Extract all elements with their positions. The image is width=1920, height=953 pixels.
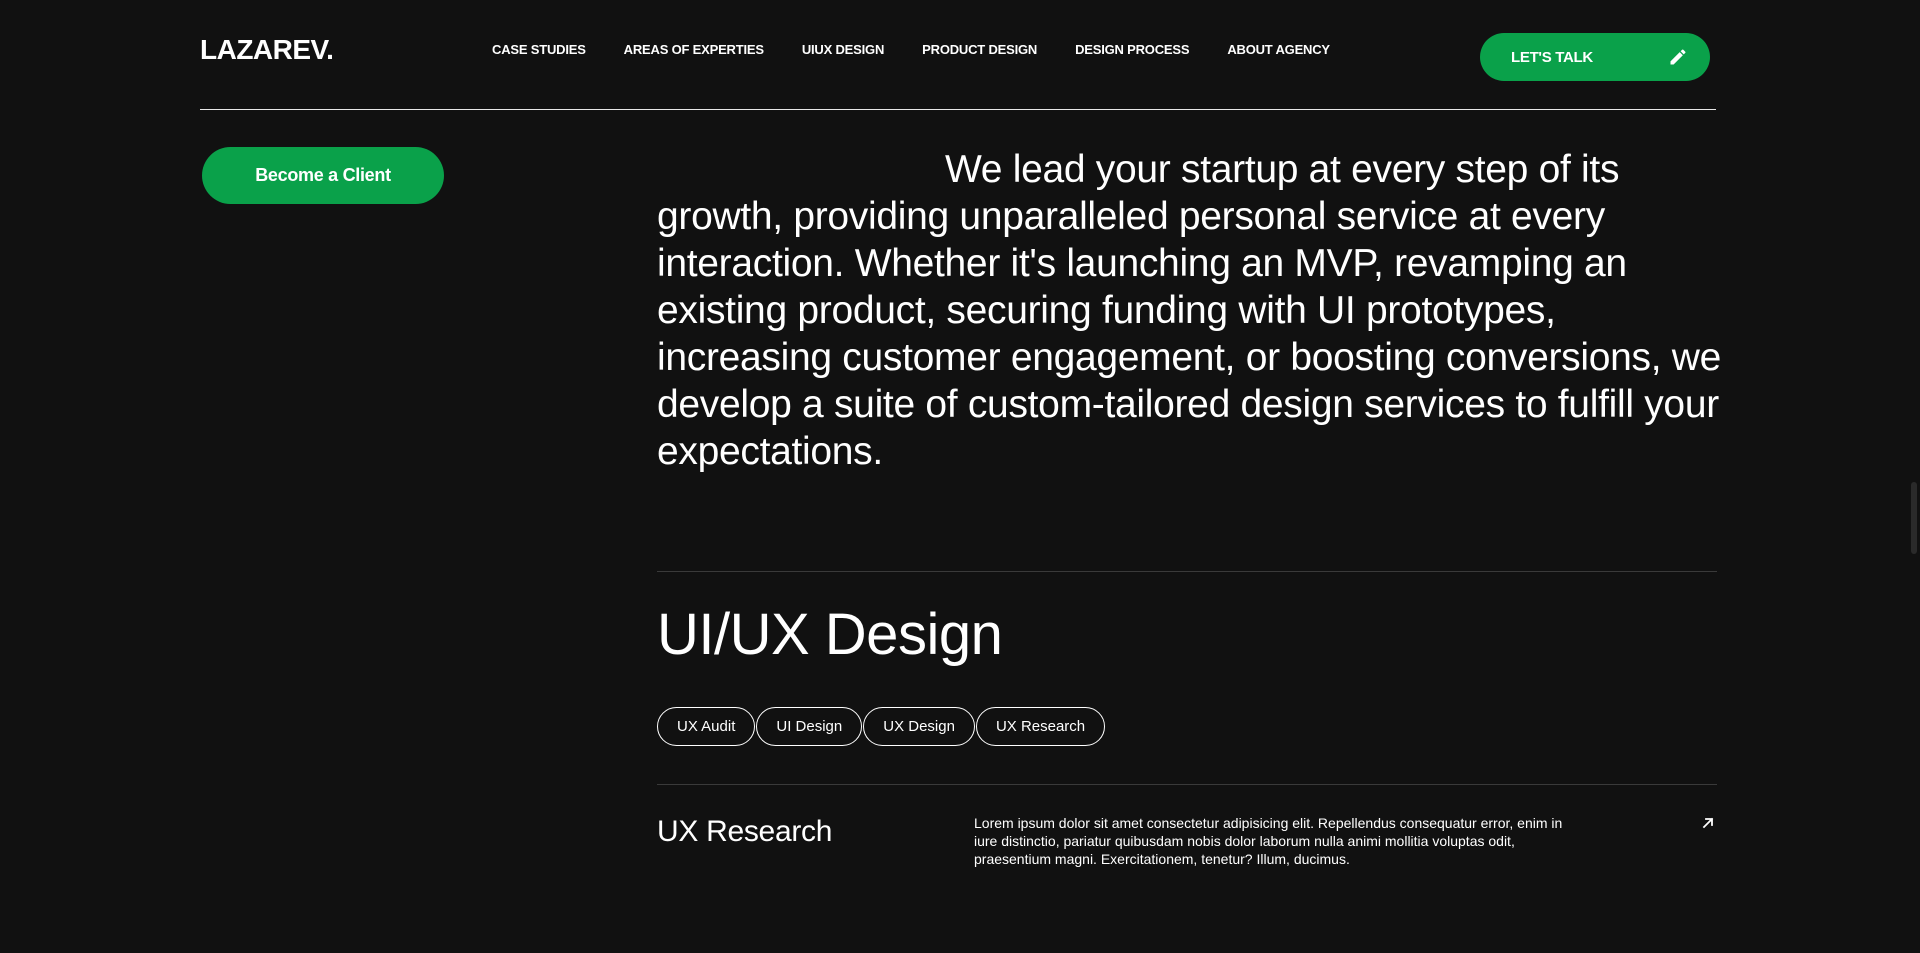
nav-design-process[interactable]: DESIGN PROCESS <box>1075 42 1189 57</box>
become-a-client-button[interactable]: Become a Client <box>202 147 444 204</box>
main-nav: CASE STUDIES AREAS OF EXPERTIES UIUX DES… <box>492 42 1368 57</box>
header-divider <box>200 109 1716 110</box>
nav-product-design[interactable]: PRODUCT DESIGN <box>922 42 1037 57</box>
nav-uiux-design[interactable]: UIUX DESIGN <box>802 42 885 57</box>
logo[interactable]: LAZAREV. <box>200 34 334 66</box>
arrow-up-right-icon[interactable] <box>1701 816 1715 830</box>
nav-case-studies[interactable]: CASE STUDIES <box>492 42 586 57</box>
pencil-icon <box>1670 49 1686 65</box>
service-row-description: Lorem ipsum dolor sit amet consectetur a… <box>974 815 1563 867</box>
intro-text: We lead your startup at every step of it… <box>657 148 1722 473</box>
section-title: UI/UX Design <box>657 602 1003 667</box>
lets-talk-label: LET'S TALK <box>1511 48 1593 66</box>
service-row-title[interactable]: UX Research <box>657 812 832 852</box>
page: LAZAREV. CASE STUDIES AREAS OF EXPERTIES… <box>0 0 1920 953</box>
nav-about-agency[interactable]: ABOUT AGENCY <box>1227 42 1330 57</box>
tag-ux-audit[interactable]: UX Audit <box>657 707 756 746</box>
nav-areas-of-experties[interactable]: AREAS OF EXPERTIES <box>624 42 764 57</box>
tag-ux-design[interactable]: UX Design <box>863 707 975 746</box>
tag-ui-design[interactable]: UI Design <box>756 707 863 746</box>
site-header: LAZAREV. CASE STUDIES AREAS OF EXPERTIES… <box>0 0 1920 110</box>
row-divider <box>657 784 1717 785</box>
service-tags: UX Audit UI Design UX Design UX Research <box>657 707 1106 746</box>
scrollbar-thumb[interactable] <box>1911 482 1917 554</box>
section-divider <box>657 571 1717 572</box>
tag-ux-research[interactable]: UX Research <box>975 707 1106 746</box>
lets-talk-button[interactable]: LET'S TALK <box>1480 33 1710 81</box>
